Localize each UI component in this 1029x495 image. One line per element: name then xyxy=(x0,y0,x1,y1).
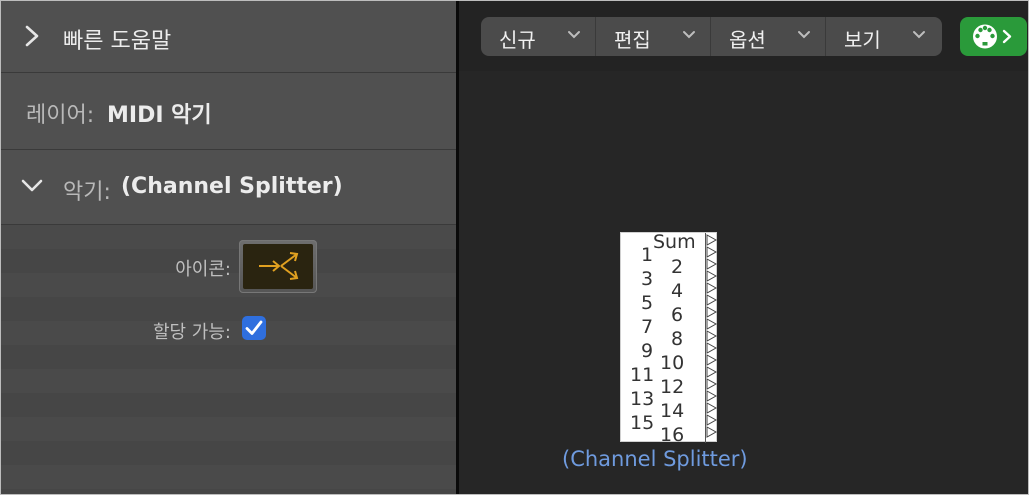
instrument-value: (Channel Splitter) xyxy=(121,174,343,199)
chevron-right-icon[interactable] xyxy=(23,23,41,49)
splitter-channel-15: 15 xyxy=(630,412,655,434)
splitter-channel-16: 16 xyxy=(660,424,685,446)
chevron-down-icon xyxy=(568,31,580,39)
midi-connector-icon xyxy=(973,24,1012,49)
splitter-channel-10: 10 xyxy=(660,352,685,374)
inspector-panel: 빠른 도움말 레이어: MIDI 악기 악기: (Channel Splitte… xyxy=(1,1,456,494)
splitter-output-port[interactable] xyxy=(706,378,718,390)
icon-selector[interactable] xyxy=(239,240,317,293)
splitter-name-label[interactable]: (Channel Splitter) xyxy=(562,447,748,471)
splitter-output-port[interactable] xyxy=(706,282,718,294)
icon-label: 아이콘: xyxy=(175,259,231,280)
quick-help-row[interactable]: 빠른 도움말 xyxy=(1,1,456,73)
checkmark-icon xyxy=(245,320,263,335)
splitter-channel-4: 4 xyxy=(671,280,684,302)
assignable-label: 할당 가능: xyxy=(152,322,231,343)
splitter-output-port[interactable] xyxy=(706,306,718,318)
splitter-channel-11: 11 xyxy=(630,364,655,386)
menu-new[interactable]: 신규 xyxy=(481,17,596,56)
menu-options-label: 옵션 xyxy=(729,28,766,52)
splitter-output-port[interactable] xyxy=(706,366,718,378)
splitter-channel-1: 1 xyxy=(641,244,654,266)
menu-edit-label: 편집 xyxy=(614,28,651,52)
midi-thru-button[interactable] xyxy=(960,17,1027,56)
splitter-output-port[interactable] xyxy=(706,390,718,402)
channel-splitter-icon xyxy=(259,252,299,280)
instrument-prefix: 악기: xyxy=(63,180,111,205)
splitter-output-port[interactable] xyxy=(706,318,718,330)
splitter-channel-2: 2 xyxy=(671,256,684,278)
splitter-output-port[interactable] xyxy=(706,234,718,246)
chevron-down-icon xyxy=(798,31,810,39)
splitter-output-port[interactable] xyxy=(706,342,718,354)
menu-new-label: 신규 xyxy=(499,28,536,52)
splitter-output-port[interactable] xyxy=(706,258,718,270)
menu-options[interactable]: 옵션 xyxy=(711,17,826,56)
splitter-output-port[interactable] xyxy=(706,246,718,258)
splitter-channel-9: 9 xyxy=(641,340,654,362)
splitter-output-ports[interactable] xyxy=(705,233,718,443)
menu-view[interactable]: 보기 xyxy=(826,17,942,56)
chevron-down-icon[interactable] xyxy=(20,177,44,195)
splitter-output-port[interactable] xyxy=(706,402,718,414)
splitter-channel-5: 5 xyxy=(641,292,654,314)
midi-environment-area xyxy=(459,1,1028,494)
layer-value: MIDI 악기 xyxy=(107,103,212,128)
environment-menu-group: 신규 편집 옵션 보기 xyxy=(481,17,942,56)
splitter-output-port[interactable] xyxy=(706,414,718,426)
menu-view-label: 보기 xyxy=(844,28,881,52)
quick-help-label: 빠른 도움말 xyxy=(63,29,172,54)
splitter-channel-12: 12 xyxy=(660,376,685,398)
splitter-channel-14: 14 xyxy=(660,400,685,422)
channel-splitter-object[interactable]: Sum 1 3 5 7 9 11 13 15 2 4 6 8 10 12 14 … xyxy=(620,231,718,446)
splitter-channel-13: 13 xyxy=(630,388,655,410)
splitter-output-port[interactable] xyxy=(706,426,718,438)
splitter-channel-6: 6 xyxy=(671,304,684,326)
assignable-checkbox[interactable] xyxy=(242,316,266,340)
splitter-output-port[interactable] xyxy=(706,354,718,366)
chevron-down-icon xyxy=(683,31,695,39)
splitter-sum-label: Sum xyxy=(653,231,696,253)
splitter-output-port[interactable] xyxy=(706,294,718,306)
splitter-channel-8: 8 xyxy=(671,328,684,350)
layer-row: 레이어: MIDI 악기 xyxy=(1,73,456,150)
splitter-channel-7: 7 xyxy=(641,316,654,338)
splitter-output-port[interactable] xyxy=(706,270,718,282)
app-window: 빠른 도움말 레이어: MIDI 악기 악기: (Channel Splitte… xyxy=(0,0,1029,495)
splitter-output-port[interactable] xyxy=(706,330,718,342)
instrument-row[interactable]: 악기: (Channel Splitter) xyxy=(1,150,456,225)
chevron-down-icon xyxy=(913,31,925,39)
layer-prefix: 레이어: xyxy=(26,103,95,128)
splitter-channel-3: 3 xyxy=(641,268,654,290)
menu-edit[interactable]: 편집 xyxy=(596,17,711,56)
